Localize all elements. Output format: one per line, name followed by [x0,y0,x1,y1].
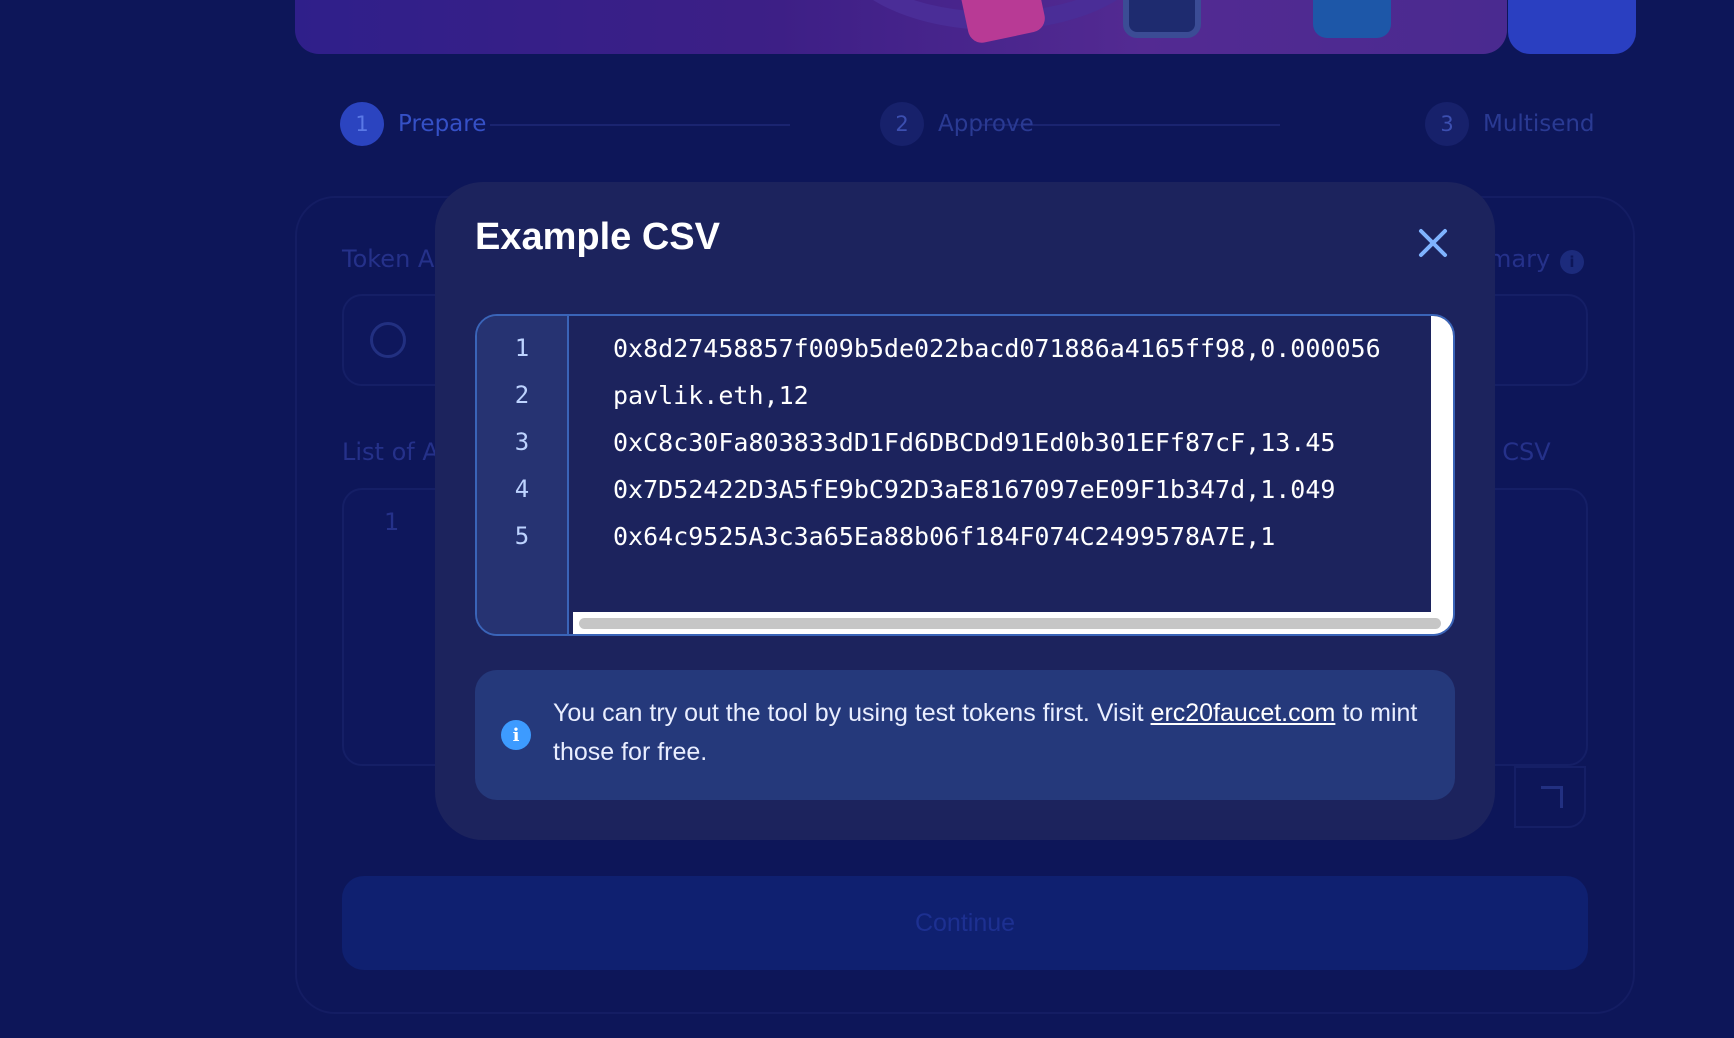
csv-code-viewer[interactable]: 1 2 3 4 5 0x8d27458857f009b5de022bacd071… [475,314,1455,636]
step-multisend: 3 Multisend [1425,102,1595,146]
info-icon: i [501,720,531,750]
code-area: 0x8d27458857f009b5de022bacd071886a4165ff… [569,316,1431,614]
step-label: Prepare [398,111,487,137]
step-connector [490,124,790,126]
expand-icon [1541,786,1563,808]
line-number: 4 [514,475,530,503]
csv-line: pavlik.eth,12 [613,381,809,410]
banner-side-panel [1508,0,1636,54]
page: 1 Prepare 2 Approve 3 Multisend Token A … [0,0,1734,1038]
step-prepare: 1 Prepare [340,102,486,146]
continue-button[interactable]: Continue [342,876,1588,970]
search-icon [370,322,406,358]
test-tokens-notice: i You can try out the tool by using test… [475,670,1455,800]
close-icon[interactable] [1415,224,1451,260]
notice-text: You can try out the tool by using test t… [553,694,1433,772]
token-address-label: Token A [342,245,435,273]
csv-line: 0x7D52422D3A5fE9bC92D3aE8167097eE09F1b34… [613,475,1336,504]
csv-line: 0xC8c30Fa803833dD1Fd6DBCDd91Ed0b301EFf87… [613,428,1336,457]
tron-token-icon [956,0,1048,46]
notice-text-before: You can try out the tool by using test t… [553,699,1151,727]
line-number-gutter: 1 2 3 4 5 [477,316,569,634]
token-logo-icon [1123,0,1201,38]
summary-info-icon[interactable]: i [1560,250,1584,274]
step-approve: 2 Approve [880,102,1034,146]
line-number: 1 [514,334,530,362]
step-number: 2 [880,102,924,146]
stepper: 1 Prepare 2 Approve 3 Multisend [340,102,1595,148]
csv-line: 0x64c9525A3c3a65Ea88b06f184F074C2499578A… [613,522,1276,551]
hero-banner [295,0,1507,54]
modal-title: Example CSV [475,216,720,258]
example-csv-modal: Example CSV 1 2 3 4 5 0x8d27458857f009b5… [435,182,1495,840]
tether-token-icon [1313,0,1391,38]
step-label: Approve [938,111,1034,137]
line-number: 3 [514,428,530,456]
horizontal-scrollbar[interactable] [573,612,1453,634]
address-list-label: List of A [342,438,439,466]
scrollbar-thumb[interactable] [579,618,1441,629]
step-number: 3 [1425,102,1469,146]
line-number: 5 [514,522,530,550]
step-number: 1 [340,102,384,146]
summary-label: mary [1488,245,1551,273]
step-label: Multisend [1483,111,1595,137]
vertical-scrollbar[interactable] [1431,316,1453,634]
erc20faucet-link[interactable]: erc20faucet.com [1151,699,1336,727]
editor-line-number: 1 [384,508,400,536]
expand-editor-button[interactable] [1514,766,1586,828]
csv-line: 0x8d27458857f009b5de022bacd071886a4165ff… [613,334,1381,363]
line-number: 2 [514,381,530,409]
